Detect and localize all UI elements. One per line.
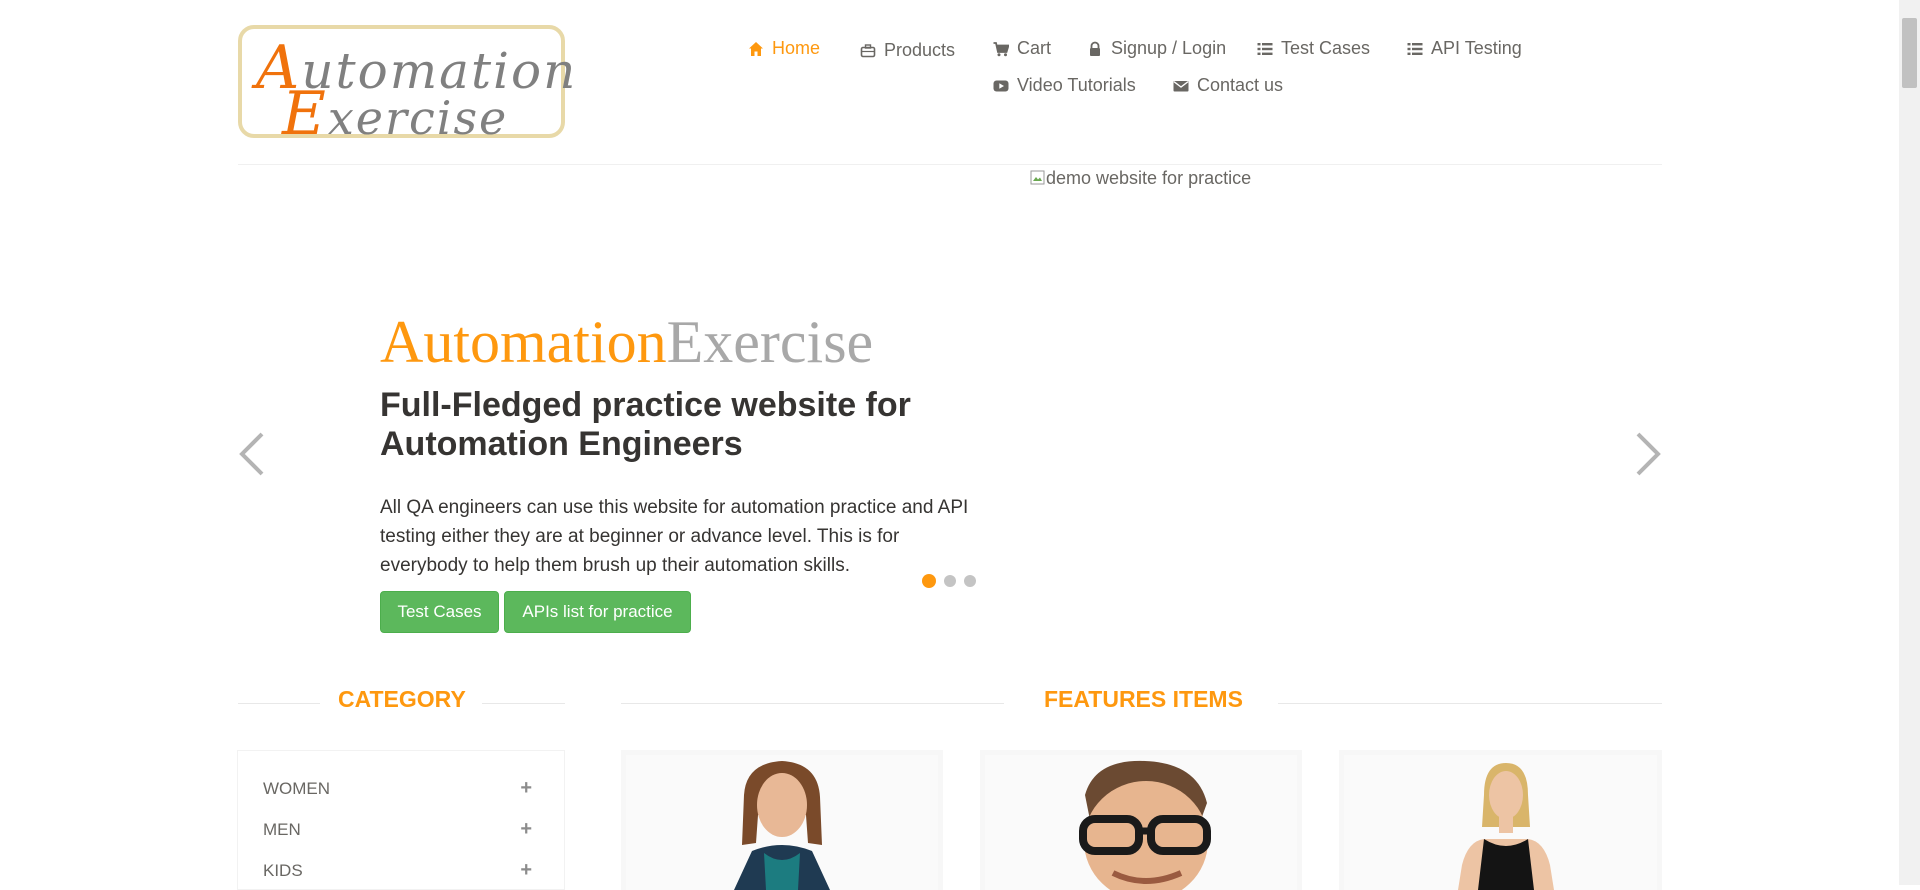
hero-image: demo website for practice: [1030, 168, 1251, 189]
cart-icon: [993, 41, 1009, 56]
nav-home[interactable]: Home: [748, 38, 820, 59]
lock-icon: [1090, 41, 1100, 56]
nav-products-label: Products: [884, 40, 956, 60]
features-title: FEATURES ITEMS: [1044, 686, 1243, 712]
carousel-prev-arrow-icon[interactable]: [232, 428, 272, 480]
nav-cart[interactable]: Cart: [993, 38, 1051, 59]
features-title-line-right: [1278, 703, 1662, 704]
category-panel: WOMEN + MEN + KIDS +: [237, 750, 565, 890]
category-men-expand-icon[interactable]: +: [520, 818, 532, 841]
nav-video-tutorials[interactable]: Video Tutorials: [993, 75, 1136, 96]
hero-brand-automation: Automation: [380, 309, 667, 375]
list-icon: [1407, 42, 1423, 55]
features-title-line-left: [621, 703, 1004, 704]
category-title: CATEGORY: [338, 686, 466, 712]
product-card: [1339, 750, 1662, 890]
site-logo[interactable]: Automation Exercise: [238, 25, 575, 149]
category-kids[interactable]: KIDS: [263, 861, 303, 881]
youtube-icon: [993, 80, 1009, 91]
product-image: [1344, 755, 1657, 890]
product-card: [621, 750, 943, 890]
nav-api-testing[interactable]: API Testing: [1407, 38, 1522, 59]
broken-image-icon: [1030, 170, 1045, 185]
logo-line-2: Exercise: [282, 79, 509, 149]
hero-description: All QA engineers can use this website fo…: [380, 497, 969, 576]
category-title-line-right: [482, 703, 565, 704]
carousel-next-arrow-icon[interactable]: [1628, 428, 1668, 480]
hero-title: Full-Fledged practice website for Automa…: [380, 386, 911, 463]
nav-video-tutorials-label: Video Tutorials: [1017, 75, 1136, 95]
nav-contact-us[interactable]: Contact us: [1173, 75, 1283, 96]
header-divider: [238, 164, 1662, 165]
hero-brand-heading: AutomationExercise: [380, 308, 873, 377]
product-image: [626, 755, 938, 890]
nav-contact-us-label: Contact us: [1197, 75, 1284, 95]
nav-signup-login[interactable]: Signup / Login: [1087, 38, 1226, 59]
category-women-expand-icon[interactable]: +: [520, 777, 532, 800]
carousel-indicator-1[interactable]: [922, 574, 936, 588]
nav-api-testing-label: API Testing: [1431, 38, 1522, 58]
nav-test-cases[interactable]: Test Cases: [1257, 38, 1370, 59]
nav-signup-login-label: Signup / Login: [1111, 38, 1227, 58]
page-scrollbar-thumb[interactable]: [1902, 18, 1917, 88]
hero-image-alt-text: demo website for practice: [1046, 168, 1252, 188]
list-icon: [1257, 42, 1273, 55]
product-image: [985, 755, 1297, 890]
carousel-indicator-2[interactable]: [944, 575, 956, 587]
envelope-icon: [1173, 80, 1189, 91]
test-cases-button[interactable]: Test Cases: [380, 591, 499, 633]
nav-products[interactable]: Products: [860, 40, 955, 61]
carousel-indicator-3[interactable]: [964, 575, 976, 587]
category-women[interactable]: WOMEN: [263, 779, 330, 799]
home-icon: [749, 41, 763, 56]
category-kids-expand-icon[interactable]: +: [520, 859, 532, 882]
nav-home-label: Home: [772, 38, 821, 58]
category-men[interactable]: MEN: [263, 820, 301, 840]
nav-cart-label: Cart: [1017, 38, 1052, 58]
briefcase-icon: [860, 43, 876, 57]
nav-test-cases-label: Test Cases: [1281, 38, 1371, 58]
hero-brand-exercise: Exercise: [666, 309, 874, 375]
apis-list-button[interactable]: APIs list for practice: [504, 591, 691, 633]
page-scrollbar[interactable]: [1899, 0, 1920, 885]
category-title-line-left: [238, 703, 320, 704]
product-card: [980, 750, 1302, 890]
